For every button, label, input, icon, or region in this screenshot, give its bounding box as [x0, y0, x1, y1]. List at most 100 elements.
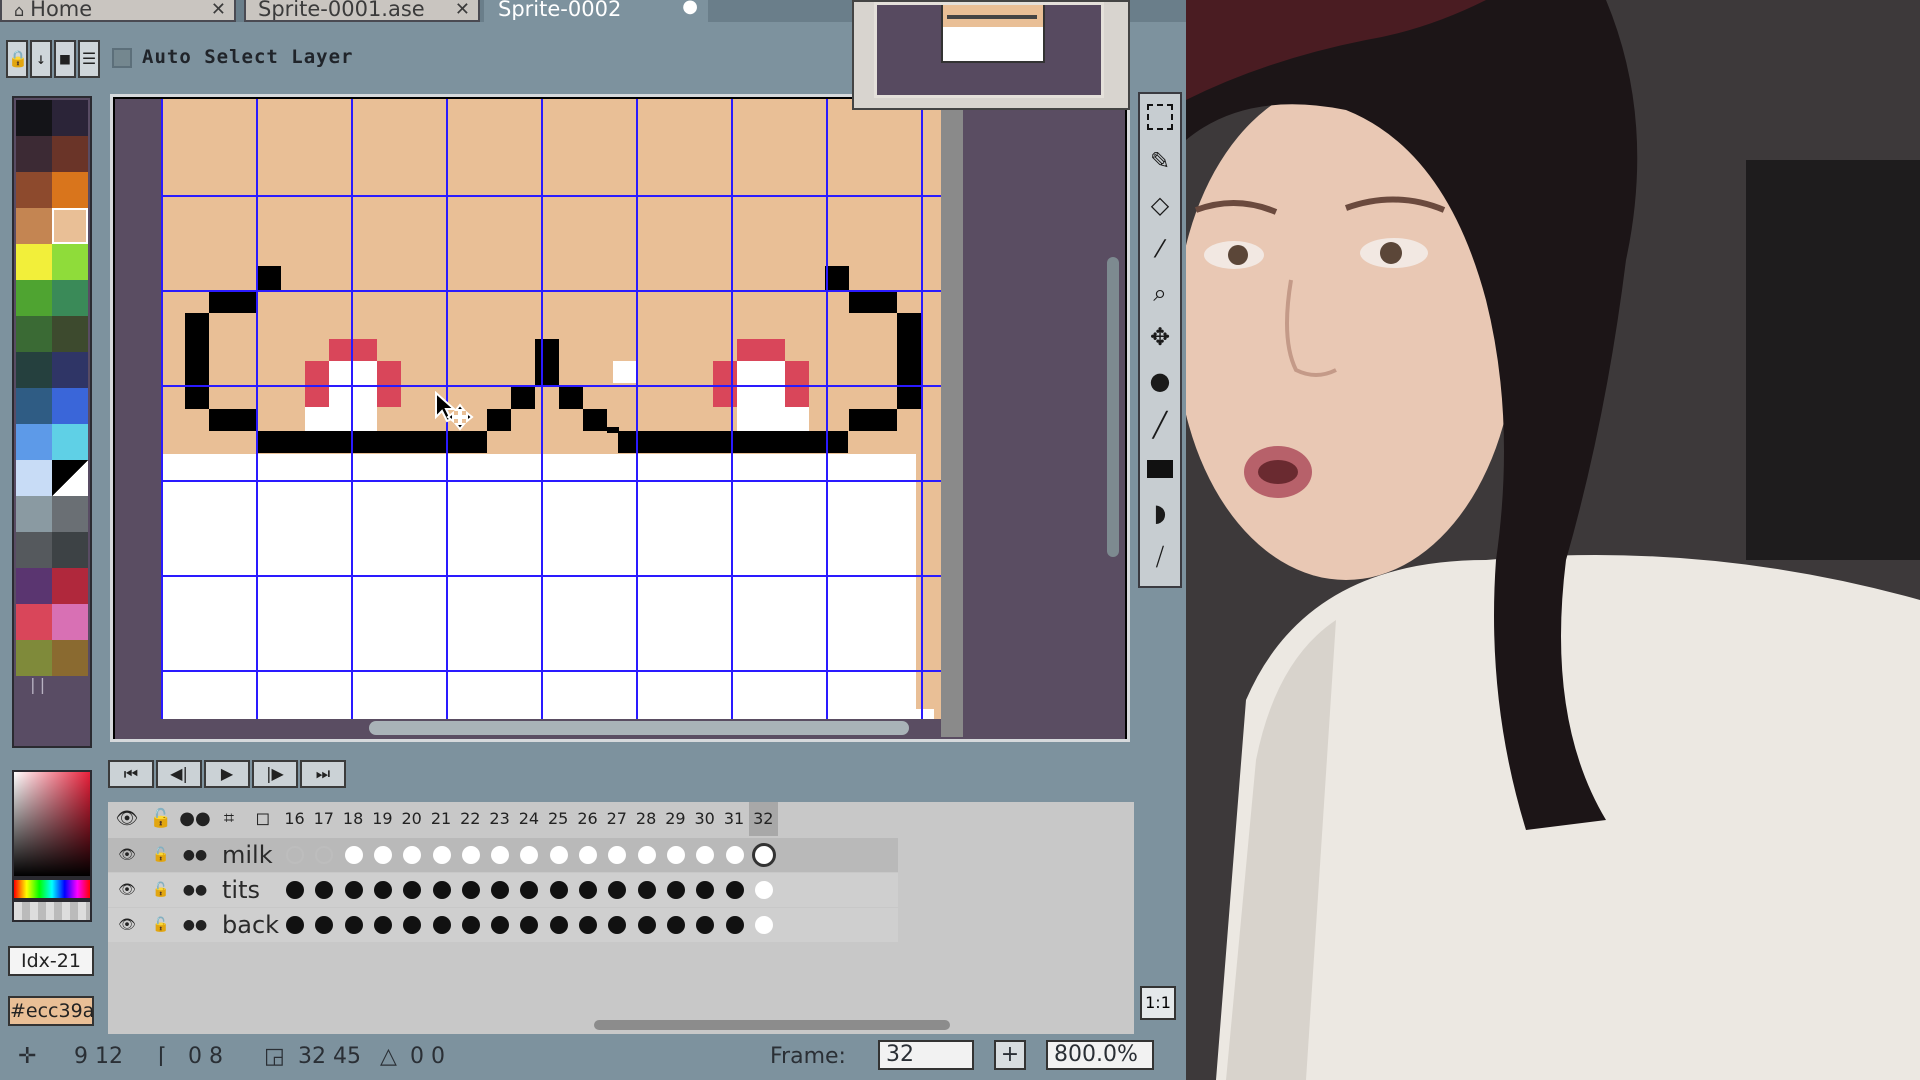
palette-swatch-selected[interactable] — [52, 208, 88, 244]
frame-input[interactable]: 32 — [878, 1040, 974, 1070]
blur-icon[interactable]: ⧸ — [1143, 538, 1177, 576]
palette-swatch[interactable] — [16, 172, 52, 208]
frame-cel[interactable] — [403, 881, 422, 899]
rectangle-icon[interactable] — [1143, 450, 1177, 488]
tab-home[interactable]: ⌂ Home ✕ — [0, 0, 236, 22]
layer-name[interactable]: back — [222, 908, 279, 942]
continuous-icon[interactable]: ●● — [178, 908, 212, 942]
modified-dot-icon[interactable]: ● — [682, 0, 698, 16]
frame-cel[interactable] — [373, 916, 392, 934]
frame-cel[interactable] — [520, 846, 539, 864]
visibility-icon[interactable]: 👁 — [110, 873, 144, 907]
visibility-icon[interactable]: 👁 — [110, 838, 144, 872]
layer-row[interactable]: 👁 🔓 ●● milk — [108, 838, 898, 872]
palette-swatch[interactable] — [52, 136, 88, 172]
layer-icon[interactable]: ■ — [54, 40, 76, 78]
eraser-icon[interactable]: ◇ — [1143, 186, 1177, 224]
eyedropper-icon[interactable]: ⁄ — [1143, 230, 1177, 268]
frame-cel[interactable] — [579, 846, 597, 864]
layer-name[interactable]: milk — [222, 838, 273, 872]
frame-header[interactable]: 17 — [309, 802, 338, 836]
frame-cel[interactable] — [549, 916, 568, 934]
frame-header[interactable]: 19 — [368, 802, 397, 836]
move-icon[interactable]: ✥ — [1143, 318, 1177, 356]
frame-cel[interactable] — [725, 881, 744, 899]
play-icon[interactable]: ▶ — [204, 760, 250, 788]
palette-swatch[interactable] — [16, 460, 52, 496]
preview-window[interactable] — [852, 0, 1130, 110]
palette-swatch[interactable] — [16, 424, 52, 460]
tab-sprite-0001[interactable]: Sprite-0001.ase ✕ — [244, 0, 480, 22]
layer-row[interactable]: 👁 🔓 ●● tits — [108, 873, 898, 907]
frame-header[interactable]: 23 — [485, 802, 514, 836]
palette-swatch[interactable] — [16, 208, 52, 244]
palette-swatch[interactable] — [52, 280, 88, 316]
frame-cel[interactable] — [666, 846, 685, 864]
frame-cel[interactable] — [373, 846, 392, 864]
palette-swatch[interactable] — [52, 424, 88, 460]
add-frame-button[interactable]: + — [994, 1040, 1026, 1070]
frame-cel[interactable] — [666, 881, 685, 899]
palette-swatch[interactable] — [52, 172, 88, 208]
previous-frame-icon[interactable]: ◀| — [156, 760, 202, 788]
palette-grip-icon[interactable]: || — [28, 675, 47, 694]
frame-header[interactable]: 32 — [748, 802, 778, 836]
frame-cel[interactable] — [754, 881, 773, 899]
frame-cel[interactable] — [637, 916, 656, 934]
frame-header[interactable]: 30 — [690, 802, 719, 836]
last-frame-icon[interactable]: ⏭ — [300, 760, 346, 788]
horizontal-scrollbar[interactable] — [369, 721, 909, 735]
frame-header[interactable]: 31 — [720, 802, 749, 836]
frame-cel[interactable] — [754, 916, 773, 934]
frame-cel[interactable] — [432, 881, 451, 899]
palette-swatch[interactable] — [16, 532, 52, 568]
canvas-editor[interactable] — [110, 94, 1130, 742]
palette-swatch[interactable] — [16, 604, 52, 640]
frame-cel[interactable] — [520, 881, 539, 899]
close-icon[interactable]: ✕ — [211, 1, 226, 19]
frame-cel[interactable] — [491, 916, 510, 934]
frame-header[interactable]: 27 — [602, 802, 631, 836]
color-spectrum[interactable] — [12, 770, 92, 878]
lock-icon[interactable]: 🔓 — [144, 908, 178, 942]
frame-cel[interactable] — [637, 881, 656, 899]
vertical-scrollbar[interactable] — [1107, 257, 1119, 557]
frame-cel[interactable] — [286, 881, 304, 899]
palette-swatch[interactable] — [52, 352, 88, 388]
close-icon[interactable]: ✕ — [455, 1, 470, 19]
pencil-icon[interactable]: ✎ — [1143, 142, 1177, 180]
frame-header[interactable]: 21 — [427, 802, 456, 836]
frame-cel[interactable] — [754, 846, 773, 864]
frame-cel[interactable] — [461, 916, 480, 934]
continuous-icon[interactable]: ●● — [178, 873, 212, 907]
zoom-icon[interactable]: ⌕ — [1143, 274, 1177, 312]
frame-header[interactable]: 18 — [339, 802, 368, 836]
frame-cel[interactable] — [491, 846, 510, 864]
frame-header[interactable]: 26 — [573, 802, 602, 836]
palette-swatch[interactable] — [16, 316, 52, 352]
frame-header[interactable]: 25 — [544, 802, 573, 836]
palette-swatch[interactable] — [16, 388, 52, 424]
frame-cel[interactable] — [373, 881, 392, 899]
frame-header[interactable]: 20 — [397, 802, 426, 836]
hue-bar[interactable] — [12, 878, 92, 900]
frame-cel[interactable] — [725, 846, 744, 864]
frame-cel[interactable] — [286, 916, 304, 934]
frame-header[interactable]: 28 — [632, 802, 661, 836]
continuous-icon[interactable]: ●● — [178, 838, 212, 872]
frame-cel[interactable] — [696, 916, 715, 934]
contour-icon[interactable]: ◗ — [1143, 494, 1177, 532]
palette-swatch[interactable] — [52, 388, 88, 424]
palette-swatch[interactable] — [16, 244, 52, 280]
timeline-scrollbar[interactable] — [594, 1020, 950, 1030]
frame-cel[interactable] — [608, 846, 627, 864]
alpha-bar[interactable] — [12, 900, 92, 922]
palette-swatch[interactable] — [16, 352, 52, 388]
palette-swatch[interactable] — [52, 460, 88, 496]
palette-swatch[interactable] — [52, 568, 88, 604]
palette-swatch[interactable] — [52, 316, 88, 352]
foreground-color-hex[interactable]: #ecc39a — [8, 996, 94, 1026]
layer-row[interactable]: 👁 🔓 ●● back — [108, 908, 898, 942]
frame-header[interactable]: 22 — [456, 802, 485, 836]
frame-cel[interactable] — [666, 916, 685, 934]
